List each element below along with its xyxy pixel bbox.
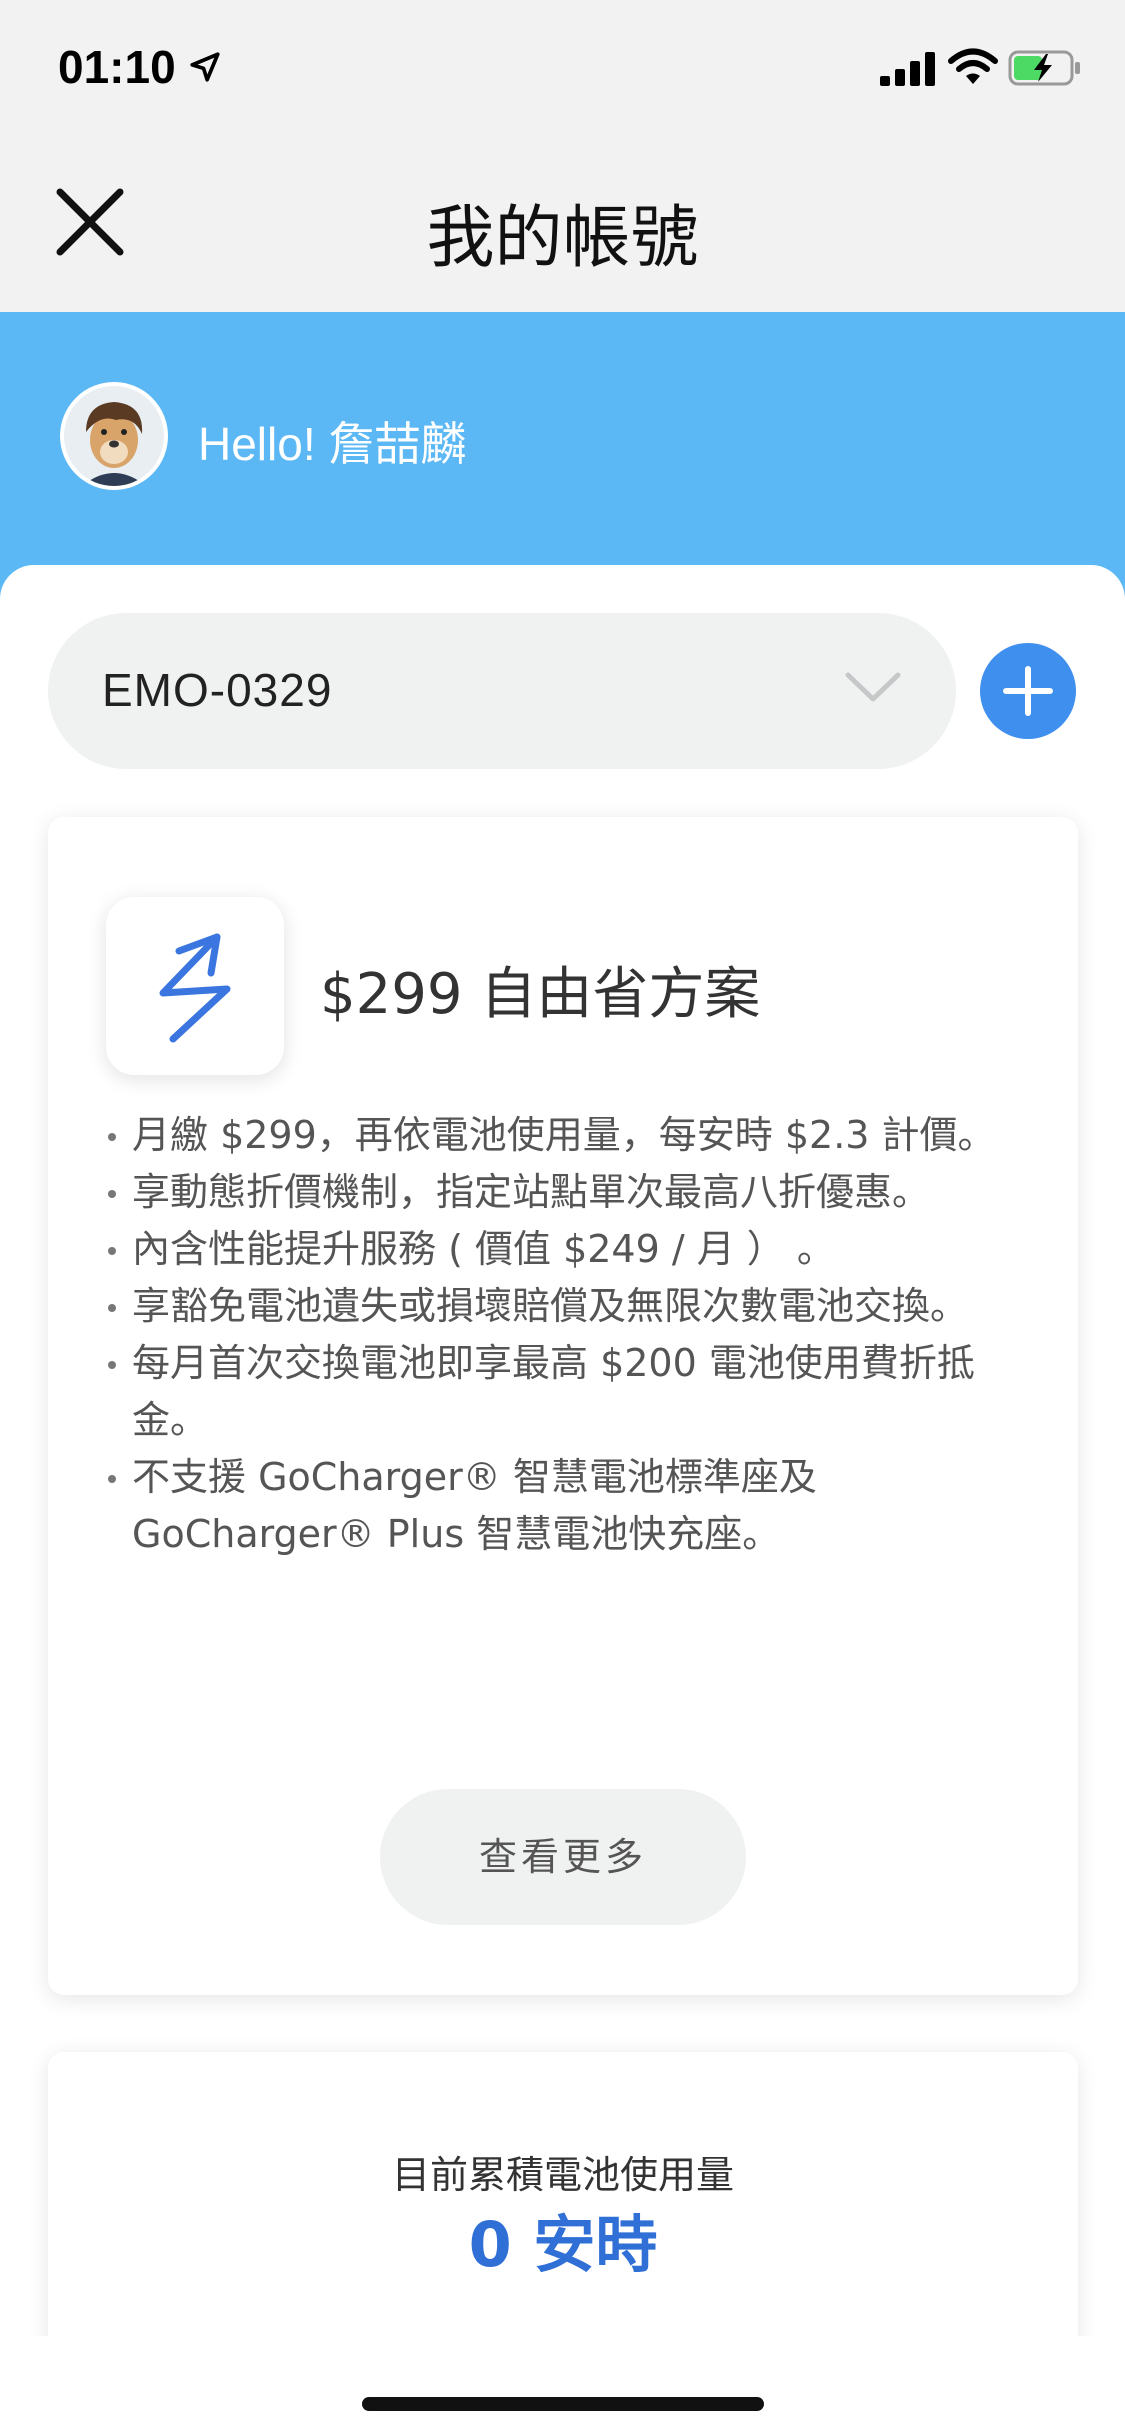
home-indicator[interactable] — [362, 2397, 764, 2411]
vehicle-selector[interactable]: EMO-0329 — [48, 613, 956, 769]
plan-title: $299 自由省方案 — [320, 962, 761, 1027]
profile-header: Hello! 詹喆麟 — [0, 312, 1125, 602]
usage-value: 0 安時 — [468, 2208, 658, 2281]
plan-feature-item: 月繳 $299，再依電池使用量，每安時 $2.3 計價。 — [104, 1107, 1044, 1164]
plan-feature-item: 享豁免電池遺失或損壞賠償及無限次數電池交換。 — [104, 1278, 1044, 1335]
plan-feature-item: 內含性能提升服務 ( 價值 $249 / 月 ） 。 — [104, 1221, 1044, 1278]
page-title: 我的帳號 — [426, 199, 699, 278]
plan-card: $299 自由省方案 月繳 $299，再依電池使用量，每安時 $2.3 計價。 … — [48, 817, 1078, 1995]
plan-icon-box — [106, 897, 284, 1075]
plan-feature-item: 不支援 GoCharger® 智慧電池標準座及 GoCharger® Plus … — [104, 1449, 1044, 1563]
add-vehicle-button[interactable] — [980, 643, 1076, 739]
plan-feature-list: 月繳 $299，再依電池使用量，每安時 $2.3 計價。 享動態折價機制，指定站… — [104, 1107, 1044, 1563]
vehicle-selected-value: EMO-0329 — [102, 664, 333, 716]
status-time: 01:10 — [58, 41, 176, 93]
plus-icon — [1003, 666, 1053, 716]
chevron-down-icon — [845, 672, 901, 702]
nav-bar: 我的帳號 — [0, 140, 1125, 312]
gogoro-plan-icon — [159, 933, 231, 1043]
plan-feature-item: 每月首次交換電池即享最高 $200 電池使用費折抵金。 — [104, 1335, 1044, 1449]
bottom-safe-area — [0, 2336, 1125, 2436]
user-avatar-icon — [64, 386, 164, 486]
location-arrow-icon — [190, 52, 220, 82]
avatar[interactable] — [60, 382, 168, 490]
usage-label: 目前累積電池使用量 — [391, 2153, 734, 2197]
cellular-signal-icon — [880, 52, 935, 86]
status-bar: 01:10 — [0, 0, 1125, 140]
battery-charging-icon — [1008, 50, 1080, 86]
plan-feature-item: 享動態折價機制，指定站點單次最高八折優惠。 — [104, 1164, 1044, 1221]
account-sheet: EMO-0329 $299 自由省方案 月繳 $299，再依電池使用量，每安時 … — [0, 565, 1125, 2436]
wifi-icon — [948, 48, 998, 84]
view-more-button[interactable]: 查看更多 — [380, 1789, 746, 1925]
greeting-text: Hello! 詹喆麟 — [198, 418, 467, 470]
